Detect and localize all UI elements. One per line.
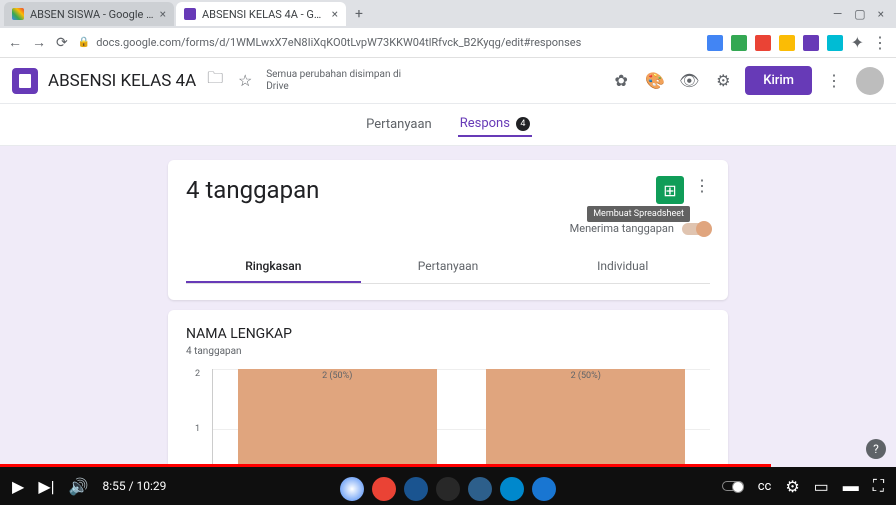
question-subtitle: 4 tanggapan (186, 346, 710, 357)
extension-icon[interactable] (731, 35, 747, 51)
forms-logo-icon[interactable] (12, 68, 38, 94)
tab-responses[interactable]: Respons 4 (458, 112, 532, 137)
question-title: NAMA LENGKAP (186, 326, 710, 342)
play-icon[interactable]: ▶ (12, 477, 24, 496)
url-input[interactable]: 🔒 docs.google.com/forms/d/1WMLwxX7eN8IiX… (78, 36, 697, 49)
extension-icon[interactable] (827, 35, 843, 51)
subtab-question[interactable]: Pertanyaan (361, 251, 536, 283)
video-time: 8:55 / 10:29 (102, 479, 166, 493)
extension-icon[interactable] (755, 35, 771, 51)
tooltip: Membuat Spreadsheet (587, 206, 690, 222)
responses-card: 4 tanggapan ⊞ Membuat Spreadsheet ⋮ Mene… (168, 160, 728, 300)
subtab-summary[interactable]: Ringkasan (186, 251, 361, 283)
extensions: ✦ ⋮ (707, 33, 888, 52)
save-status: Semua perubahan disimpan di Drive (266, 69, 406, 93)
accepting-toggle[interactable] (682, 223, 710, 235)
addons-icon[interactable]: ✿ (609, 69, 633, 93)
forward-icon[interactable]: → (32, 34, 46, 51)
form-header: ABSENSI KELAS 4A 🗀 ☆ Semua perubahan dis… (0, 58, 896, 104)
content-area: 4 tanggapan ⊞ Membuat Spreadsheet ⋮ Mene… (0, 146, 896, 489)
browser-tab[interactable]: ABSEN SISWA - Google Drive × (4, 2, 174, 26)
subtab-individual[interactable]: Individual (535, 251, 710, 283)
more-icon[interactable]: ⋮ (822, 69, 846, 93)
address-bar: ← → ⟳ 🔒 docs.google.com/forms/d/1WMLwxX7… (0, 28, 896, 58)
help-button[interactable]: ? (866, 439, 886, 459)
extension-icon[interactable] (803, 35, 819, 51)
tab-title: ABSENSI KELAS 4A - Google Fo (202, 8, 326, 21)
miniplayer-icon[interactable]: ▭ (814, 477, 829, 496)
app-icon[interactable] (468, 477, 492, 501)
close-icon[interactable]: × (160, 7, 166, 21)
question-card: NAMA LENGKAP 4 tanggapan 2 1 0 2 (50%) (168, 310, 728, 489)
tab-label: Respons (460, 116, 510, 131)
app-icon[interactable] (500, 477, 524, 501)
responses-badge: 4 (516, 117, 530, 131)
tab-title: ABSEN SISWA - Google Drive (30, 8, 154, 21)
response-count: 4 tanggapan (186, 176, 656, 204)
palette-icon[interactable]: 🎨 (643, 69, 667, 93)
preview-icon[interactable]: 👁 (677, 69, 701, 93)
folder-icon[interactable]: 🗀 (204, 70, 226, 92)
autoplay-toggle[interactable] (722, 481, 744, 491)
minimize-icon[interactable]: — (833, 7, 842, 21)
menu-icon[interactable]: ⋮ (872, 33, 888, 52)
extensions-icon[interactable]: ✦ (851, 33, 864, 52)
y-tick: 1 (195, 424, 200, 434)
bar-label: 2 (50%) (486, 371, 685, 381)
gmail-icon[interactable] (372, 477, 396, 501)
next-icon[interactable]: ▶| (38, 477, 54, 496)
sheets-icon: ⊞ (663, 181, 676, 200)
close-icon[interactable]: × (332, 7, 338, 21)
create-spreadsheet-button[interactable]: ⊞ Membuat Spreadsheet (656, 176, 684, 204)
reload-icon[interactable]: ⟳ (56, 35, 68, 51)
app-icon[interactable] (404, 477, 428, 501)
theater-icon[interactable]: ▬ (843, 476, 859, 496)
lock-icon: 🔒 (78, 37, 90, 48)
tab-questions[interactable]: Pertanyaan (364, 112, 434, 137)
main-tabs: Pertanyaan Respons 4 (0, 104, 896, 146)
captions-icon[interactable]: cc (758, 479, 772, 494)
more-icon[interactable]: ⋮ (694, 176, 710, 195)
volume-icon[interactable]: 🔊 (69, 477, 89, 496)
response-subtabs: Ringkasan Pertanyaan Individual (186, 251, 710, 284)
drive-icon (12, 8, 24, 20)
settings-icon[interactable]: ⚙ (711, 69, 735, 93)
form-title[interactable]: ABSENSI KELAS 4A (48, 71, 196, 91)
star-icon[interactable]: ☆ (234, 70, 256, 92)
video-player: ▶ ▶| 🔊 8:55 / 10:29 cc ⚙ ▭ ▬ ⛶ (0, 467, 896, 505)
forms-icon (184, 8, 196, 20)
app-icon[interactable] (532, 477, 556, 501)
new-tab-button[interactable]: + (348, 3, 370, 25)
back-icon[interactable]: ← (8, 34, 22, 51)
y-tick: 2 (195, 369, 200, 379)
maximize-icon[interactable]: ▢ (854, 7, 865, 21)
bar-label: 2 (50%) (238, 371, 437, 381)
close-window-icon[interactable]: × (878, 7, 884, 21)
extension-icon[interactable] (707, 35, 723, 51)
chrome-icon[interactable] (340, 477, 364, 501)
dock-icons (340, 477, 556, 501)
settings-icon[interactable]: ⚙ (785, 477, 799, 496)
browser-tab[interactable]: ABSENSI KELAS 4A - Google Fo × (176, 2, 346, 26)
accepting-label: Menerima tanggapan (570, 222, 674, 235)
youtube-icon[interactable] (436, 477, 460, 501)
send-button[interactable]: Kirim (745, 66, 812, 95)
url-text: docs.google.com/forms/d/1WMLwxX7eN8IiXqK… (96, 36, 581, 49)
avatar[interactable] (856, 67, 884, 95)
fullscreen-icon[interactable]: ⛶ (873, 476, 884, 496)
extension-icon[interactable] (779, 35, 795, 51)
browser-titlebar: ABSEN SISWA - Google Drive × ABSENSI KEL… (0, 0, 896, 28)
